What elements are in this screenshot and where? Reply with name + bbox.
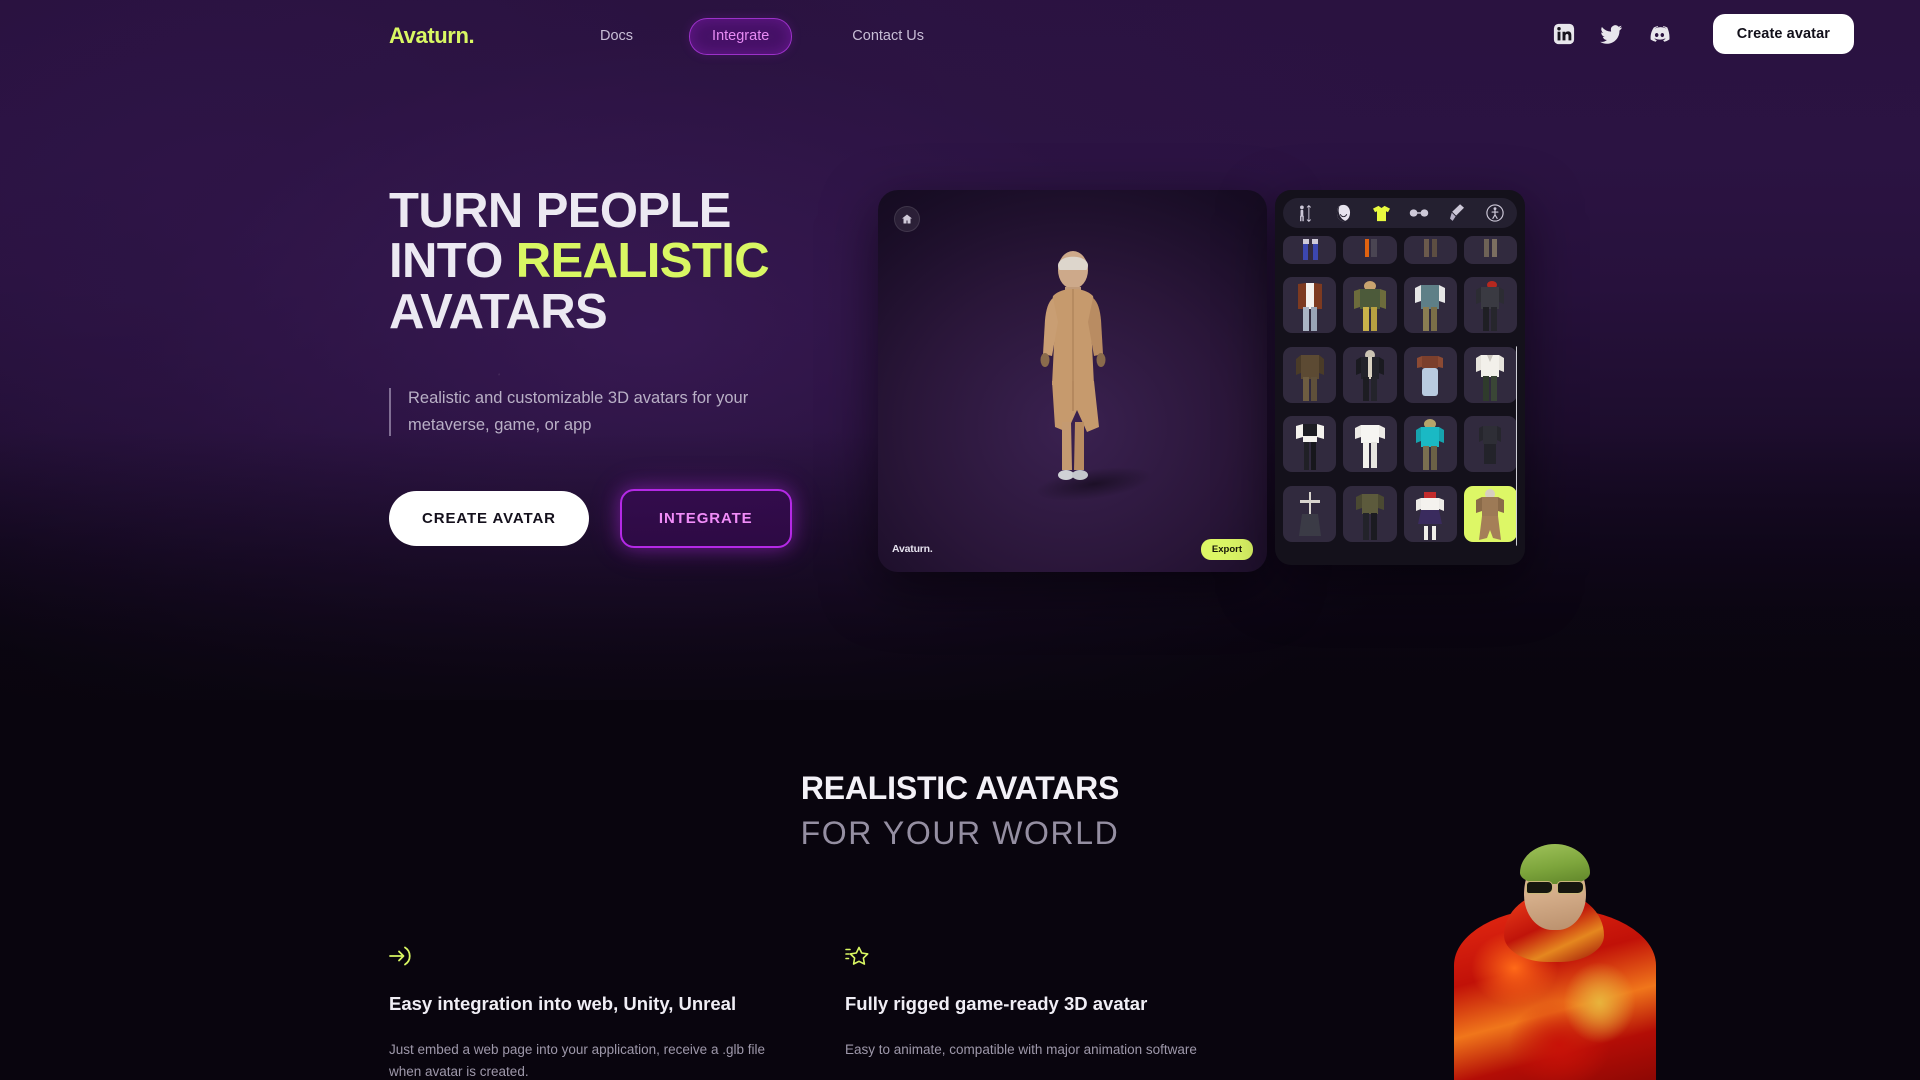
arrow-into-bracket-icon — [389, 945, 779, 971]
sunglasses-lens-left — [1526, 881, 1553, 894]
feature-title: Fully rigged game-ready 3D avatar — [845, 993, 1148, 1014]
home-icon[interactable] — [894, 206, 920, 232]
headline-line-2: INTO REALISTIC — [389, 236, 869, 286]
picker-scrollbar[interactable] — [1516, 346, 1517, 546]
outfit-cell[interactable] — [1403, 236, 1457, 264]
feature-description: Just embed a web page into your applicat… — [389, 1042, 765, 1079]
outfit-cell[interactable] — [1463, 346, 1517, 403]
category-tabbar — [1283, 198, 1517, 228]
realistic-avatars-section: REALISTIC AVATARS FOR YOUR WORLD Easy in… — [0, 700, 1920, 1080]
viewport-watermark: Avaturn. — [892, 543, 933, 555]
headline-accent-word: REALISTIC — [515, 234, 770, 289]
outfit-cell[interactable] — [1403, 416, 1457, 473]
feature-item: Easy integration into web, Unity, Unreal… — [389, 945, 779, 1080]
logo[interactable]: Avaturn. — [389, 23, 475, 49]
outfit-cell[interactable] — [1283, 236, 1337, 264]
page-title: TURN PEOPLE INTO REALISTIC AVATARS — [389, 184, 869, 339]
hero-subtitle-wrap: Realistic and customizable 3D avatars fo… — [389, 385, 869, 438]
outfit-cell[interactable] — [1343, 236, 1397, 264]
landing-page: Avaturn. Docs Integrate Contact Us Creat… — [0, 0, 1920, 1080]
outfit-grid[interactable] — [1283, 236, 1517, 548]
integrate-button[interactable]: INTEGRATE — [619, 488, 792, 548]
nav-item-docs[interactable]: Docs — [580, 19, 653, 54]
feature-list: Easy integration into web, Unity, Unreal… — [389, 945, 1235, 1080]
feature-description: Easy to animate, compatible with major a… — [845, 1042, 1197, 1057]
avatar-green-hair — [1520, 844, 1590, 884]
feature-item: Fully rigged game-ready 3D avatar Easy t… — [845, 945, 1235, 1080]
feature-title: Easy integration into web, Unity, Unreal — [389, 993, 737, 1014]
linkedin-icon[interactable] — [1551, 21, 1577, 47]
create-avatar-header-button[interactable]: Create avatar — [1712, 14, 1854, 54]
avatar-3d-render — [1040, 251, 1105, 480]
makeup-brush-icon[interactable] — [1445, 203, 1469, 223]
nav-item-contact-us[interactable]: Contact Us — [832, 19, 944, 54]
asset-picker-panel — [1275, 190, 1525, 565]
export-button[interactable]: Export — [1200, 538, 1253, 560]
glasses-icon[interactable] — [1407, 203, 1431, 223]
shooting-star-icon — [845, 945, 1235, 971]
viewport-footer: Avaturn. Export — [878, 526, 1267, 572]
headline-line-3: AVATARS — [389, 284, 608, 339]
clothing-tshirt-icon[interactable] — [1369, 203, 1393, 223]
hero-subtitle: Realistic and customizable 3D avatars fo… — [408, 389, 749, 435]
site-header: Avaturn. Docs Integrate Contact Us Creat… — [0, 0, 1920, 74]
outfit-cell-selected[interactable] — [1463, 485, 1517, 542]
outfit-cell[interactable] — [1343, 485, 1397, 542]
body-height-icon[interactable] — [1293, 203, 1317, 223]
headline-line-2-pre: INTO — [389, 234, 516, 289]
animation-pose-icon[interactable] — [1483, 203, 1507, 223]
avatar-sunglasses — [1526, 881, 1584, 894]
outfit-cell[interactable] — [1343, 277, 1397, 334]
outfit-cell[interactable] — [1283, 416, 1337, 473]
headline-line-1: TURN PEOPLE — [389, 184, 731, 238]
outfit-cell[interactable] — [1343, 416, 1397, 473]
outfit-cell[interactable] — [1283, 277, 1337, 334]
outfit-cell[interactable] — [1403, 485, 1457, 542]
outfit-cell[interactable] — [1283, 346, 1337, 403]
header-actions: Create avatar — [1551, 14, 1854, 54]
hero-cta-row: CREATE AVATAR INTEGRATE — [389, 488, 869, 548]
face-head-icon[interactable] — [1331, 203, 1355, 223]
outfit-cell[interactable] — [1463, 277, 1517, 334]
hero-content: TURN PEOPLE INTO REALISTIC AVATARS Reali… — [389, 186, 869, 548]
outfit-cell[interactable] — [1463, 236, 1517, 264]
sunglasses-lens-right — [1557, 881, 1584, 894]
outfit-cell[interactable] — [1463, 416, 1517, 473]
twitter-icon[interactable] — [1599, 21, 1625, 47]
avatar-photo-render — [1450, 825, 1660, 1080]
section-title-bold: REALISTIC AVATARS — [800, 770, 1120, 806]
outfit-cell[interactable] — [1283, 485, 1337, 542]
main-nav: Docs Integrate Contact Us — [580, 18, 944, 55]
create-avatar-button[interactable]: CREATE AVATAR — [389, 490, 589, 546]
outfit-cell[interactable] — [1343, 346, 1397, 403]
avatar-viewport[interactable]: Avaturn. Export — [878, 190, 1267, 572]
outfit-cell[interactable] — [1403, 346, 1457, 403]
nav-item-integrate[interactable]: Integrate — [689, 18, 793, 55]
outfit-cell[interactable] — [1403, 277, 1457, 334]
discord-icon[interactable] — [1647, 21, 1673, 47]
